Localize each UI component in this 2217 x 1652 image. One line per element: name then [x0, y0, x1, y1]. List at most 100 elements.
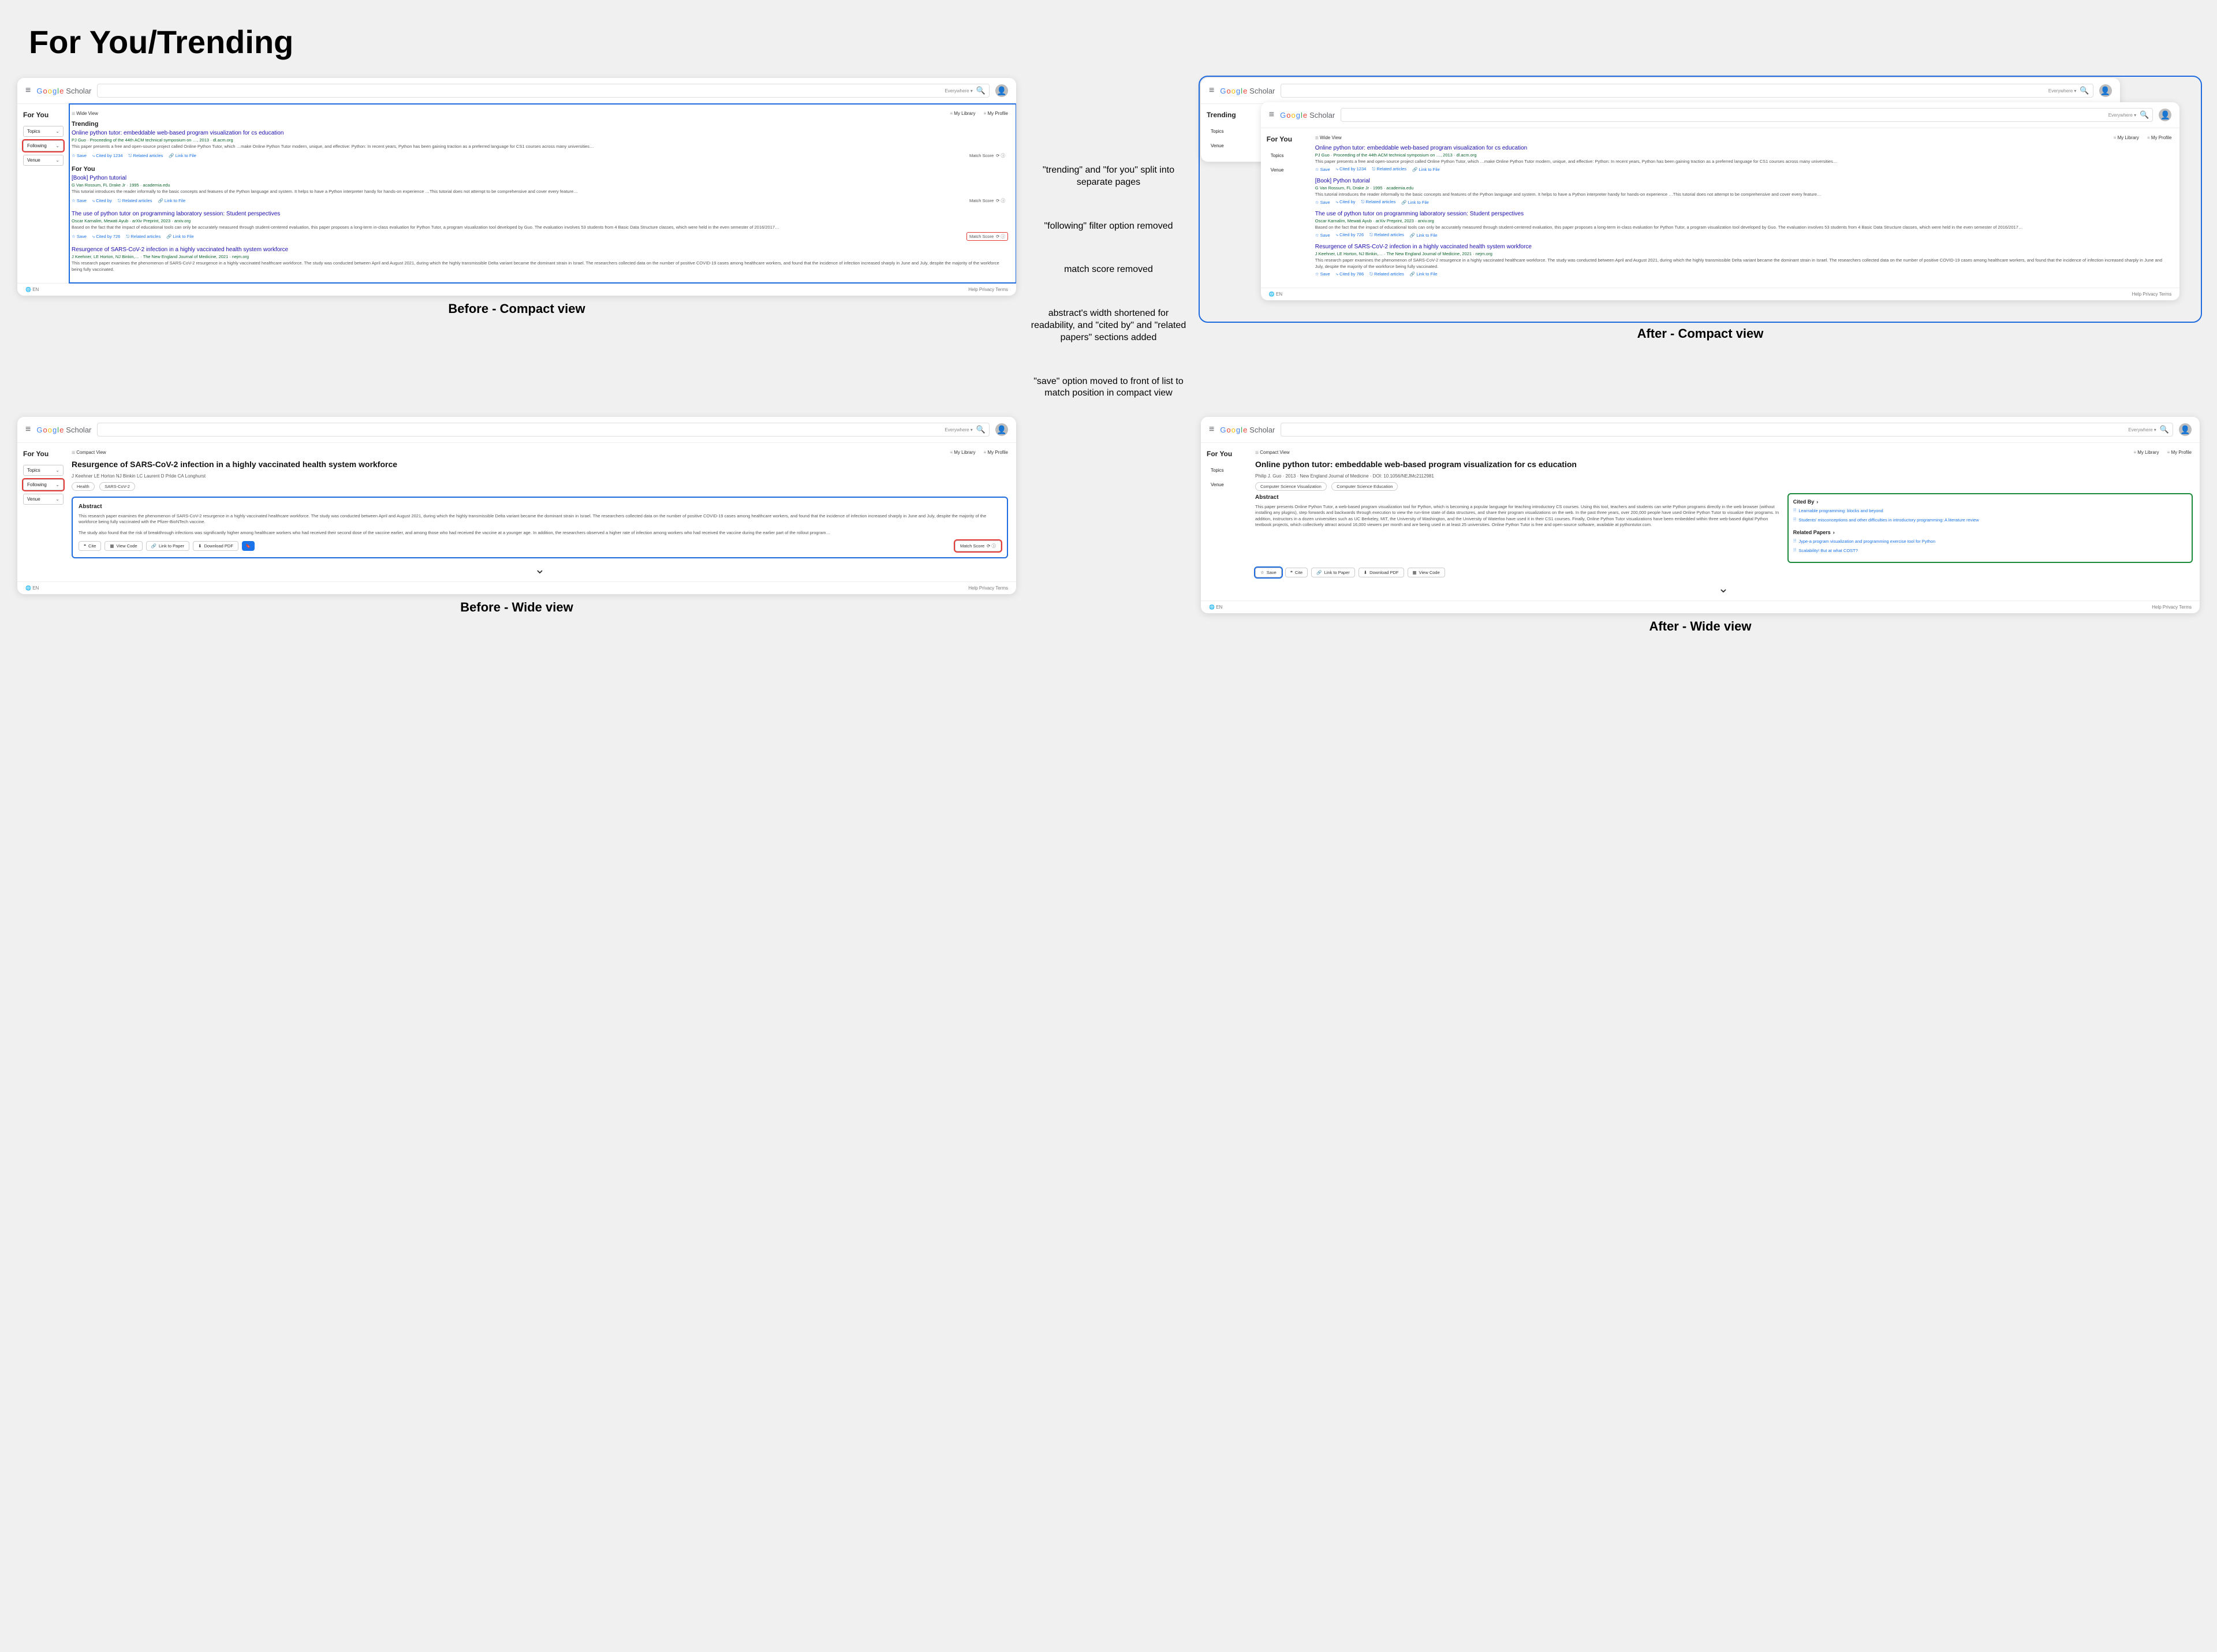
search-input[interactable]: Everywhere ▾ 🔍 [97, 423, 990, 437]
my-library-link[interactable]: My Library [950, 111, 975, 116]
search-icon[interactable]: 🔍 [976, 86, 986, 95]
my-profile-link[interactable]: My Profile [984, 111, 1008, 116]
sidebar-item-venue[interactable]: Venue [1207, 140, 1247, 151]
view-toggle[interactable]: Compact View [72, 450, 106, 455]
search-icon[interactable]: 🔍 [2160, 425, 2169, 434]
cite-button[interactable]: ❝ Cite [79, 541, 101, 551]
link-file-action[interactable]: 🔗 Link to File [169, 153, 196, 158]
download-pdf-button[interactable]: ⬇ Download PDF [193, 541, 238, 551]
cite-button[interactable]: ❝ Cite [1285, 568, 1308, 577]
result-title[interactable]: Online python tutor: embeddable web-base… [72, 130, 1008, 136]
sidebar-item-venue[interactable]: Venue⌄ [23, 494, 64, 505]
link-file-action[interactable]: 🔗 Link to File [166, 234, 194, 239]
cited-by-link[interactable]: Learnable programming: blocks and beyond [1793, 508, 2187, 514]
footer-links[interactable]: Help Privacy Terms [968, 287, 1008, 292]
match-score[interactable]: Match Score⟳ ⓘ [966, 196, 1008, 205]
search-icon[interactable]: 🔍 [976, 425, 986, 434]
cited-by-action[interactable]: ⤷ Cited by 1234 [92, 153, 123, 159]
sidebar-item-following[interactable]: Following⌄ [23, 479, 64, 490]
related-action[interactable]: ⎋ Related articles [1369, 271, 1404, 277]
match-score[interactable]: Match Score⟳ ⓘ [966, 151, 1008, 160]
tag-pill[interactable]: Health [72, 482, 95, 491]
tag-pill[interactable]: SARS-CoV-2 [99, 482, 135, 491]
link-file-action[interactable]: 🔗 Link to File [1401, 200, 1429, 205]
avatar-icon[interactable]: 👤 [995, 423, 1008, 436]
related-paper-link[interactable]: Scalability! But at what COST? [1793, 548, 2187, 554]
link-file-action[interactable]: 🔗 Link to File [1410, 233, 1438, 238]
lang-selector[interactable]: EN [1209, 605, 1222, 610]
sidebar-item-topics[interactable]: Topics⌄ [23, 465, 64, 476]
related-action[interactable]: ⎋ Related articles [1372, 166, 1406, 172]
save-action[interactable]: ☆ Save [1315, 167, 1330, 172]
search-input[interactable]: Everywhere ▾ 🔍 [1281, 423, 2173, 437]
cited-by-action[interactable]: ⤷ Cited by 726 [1336, 232, 1364, 238]
save-action[interactable]: ☆ Save [72, 153, 87, 158]
related-papers-heading[interactable]: Related Papers › [1793, 529, 2187, 535]
my-library-link[interactable]: My Library [950, 450, 975, 455]
view-code-button[interactable]: ▦ View Code [1408, 568, 1445, 577]
cited-by-action[interactable]: ⤷ Cited by 1234 [1336, 166, 1367, 172]
result-title[interactable]: Resurgence of SARS-CoV-2 infection in a … [1315, 244, 2172, 250]
related-action[interactable]: ⎋ Related articles [1369, 232, 1404, 238]
save-action[interactable]: ☆ Save [1315, 233, 1330, 238]
link-paper-button[interactable]: 🔗 Link to Paper [1311, 568, 1355, 577]
hamburger-icon[interactable]: ≡ [25, 85, 31, 96]
link-file-action[interactable]: 🔗 Link to File [1412, 167, 1440, 172]
tag-pill[interactable]: Computer Science Visualization [1255, 482, 1327, 491]
view-toggle[interactable]: Wide View [72, 111, 98, 116]
result-title[interactable]: The use of python tutor on programming l… [1315, 211, 2172, 217]
sidebar-item-topics[interactable]: Topics [1207, 465, 1247, 476]
view-code-button[interactable]: ▦ View Code [104, 541, 142, 551]
search-icon[interactable]: 🔍 [2080, 86, 2089, 95]
hamburger-icon[interactable]: ≡ [1269, 110, 1274, 120]
view-toggle[interactable]: Wide View [1315, 135, 1342, 140]
hamburger-icon[interactable]: ≡ [1209, 424, 1214, 435]
footer-links[interactable]: Help Privacy Terms [2152, 605, 2192, 610]
my-library-link[interactable]: My Library [2114, 135, 2139, 140]
sidebar-item-venue[interactable]: Venue [1267, 165, 1307, 176]
cited-by-action[interactable]: ⤷ Cited by 726 [92, 234, 120, 240]
related-paper-link[interactable]: Jype-a program visualization and program… [1793, 539, 2187, 545]
result-title[interactable]: [Book] Python tutorial [1315, 178, 2172, 184]
cited-by-action[interactable]: ⤷ Cited by [92, 198, 112, 204]
chevron-down-icon[interactable]: ⌄ [1255, 581, 2192, 596]
save-action[interactable]: ☆ Save [72, 198, 87, 203]
search-input[interactable]: Everywhere ▾ 🔍 [1281, 84, 2093, 98]
link-file-action[interactable]: 🔗 Link to File [158, 198, 185, 203]
sidebar-item-topics[interactable]: Topics [1267, 150, 1307, 161]
save-action[interactable]: ☆ Save [1315, 271, 1330, 277]
avatar-icon[interactable]: 👤 [995, 84, 1008, 97]
hamburger-icon[interactable]: ≡ [25, 424, 31, 435]
view-toggle[interactable]: Compact View [1255, 450, 1290, 455]
save-action[interactable]: ☆ Save [72, 234, 87, 239]
search-icon[interactable]: 🔍 [2140, 110, 2149, 120]
my-profile-link[interactable]: My Profile [2147, 135, 2171, 140]
related-action[interactable]: ⎋ Related articles [118, 198, 152, 204]
hamburger-icon[interactable]: ≡ [1209, 85, 1214, 96]
related-action[interactable]: ⎋ Related articles [126, 234, 161, 240]
lang-selector[interactable]: EN [25, 586, 39, 591]
sidebar-item-topics[interactable]: Topics [1207, 126, 1247, 137]
avatar-icon[interactable]: 👤 [2159, 109, 2171, 121]
search-input[interactable]: Everywhere ▾ 🔍 [1341, 108, 2153, 122]
cited-by-action[interactable]: ⤷ Cited by 786 [1336, 271, 1364, 277]
cited-by-action[interactable]: ⤷ Cited by [1336, 199, 1356, 205]
download-pdf-button[interactable]: ⬇ Download PDF [1358, 568, 1404, 577]
footer-links[interactable]: Help Privacy Terms [968, 586, 1008, 591]
match-score[interactable]: Match Score⟳ ⓘ [966, 232, 1008, 241]
search-input[interactable]: Everywhere ▾ 🔍 [97, 84, 990, 98]
cited-by-heading[interactable]: Cited By › [1793, 499, 2187, 505]
sidebar-item-venue[interactable]: Venue⌄ [23, 155, 64, 166]
bookmark-button[interactable]: 🔖 [242, 541, 255, 551]
related-action[interactable]: ⎋ Related articles [129, 153, 163, 159]
sidebar-item-following[interactable]: Following⌄ [23, 140, 64, 151]
link-paper-button[interactable]: 🔗 Link to Paper [146, 541, 190, 551]
result-title[interactable]: Resurgence of SARS-CoV-2 infection in a … [72, 247, 1008, 253]
result-title[interactable]: Online python tutor: embeddable web-base… [1315, 145, 2172, 151]
my-library-link[interactable]: My Library [2133, 450, 2159, 455]
my-profile-link[interactable]: My Profile [984, 450, 1008, 455]
lang-selector[interactable]: EN [25, 287, 39, 292]
match-score-button[interactable]: Match Score⟳ ⓘ [955, 540, 1001, 551]
footer-links[interactable]: Help Privacy Terms [2132, 292, 2172, 297]
result-title[interactable]: The use of python tutor on programming l… [72, 211, 1008, 217]
